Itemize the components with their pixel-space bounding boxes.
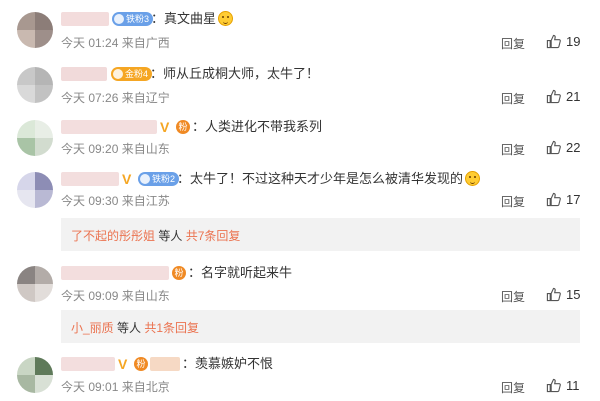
- like-count: 19: [566, 34, 581, 49]
- comment-time: 今天 09:30: [61, 194, 119, 208]
- comment-location: 来自山东: [121, 142, 170, 156]
- comment-text: ：羡慕嫉妒不恨: [182, 356, 273, 372]
- comment-item: V 粉 ：羡慕嫉妒不恨 今天 09:01 来自北京 回复 11: [0, 354, 600, 401]
- comment-time: 今天 09:09: [61, 289, 119, 303]
- sub-reply-username[interactable]: 了不起的彤彤姐: [71, 229, 155, 243]
- username-blurred[interactable]: [61, 266, 169, 280]
- sub-reply-connector: 等人: [155, 229, 186, 243]
- fan-badge-icon: [113, 69, 123, 79]
- fan-club-icon: 粉: [176, 120, 190, 134]
- comment-text-content: ：名字就听起来牛: [188, 265, 293, 280]
- comment-time: 今天 09:20: [61, 142, 119, 156]
- sub-replies-box[interactable]: 小_丽质 等人 共1条回复: [61, 310, 580, 343]
- sub-reply-connector: 等人: [113, 321, 145, 335]
- fan-badge: 金粉4: [111, 67, 153, 81]
- laughing-emoji-icon: [465, 171, 481, 186]
- comment-text: ：师从丘成桐大师，太牛了！: [150, 66, 319, 82]
- like-count: 17: [566, 192, 581, 207]
- username-blurred[interactable]: [61, 172, 119, 186]
- sub-replies-box[interactable]: 了不起的彤彤姐 等人 共7条回复: [61, 218, 580, 251]
- comment-item: 粉 ：名字就听起来牛 今天 09:09 来自山东 回复 15 小_丽质 等人 共…: [0, 262, 600, 354]
- reply-button[interactable]: 回复: [501, 288, 525, 305]
- verified-v-icon: V: [118, 356, 128, 372]
- like-count: 11: [566, 378, 580, 393]
- comment-location: 来自山东: [121, 289, 170, 303]
- like-count: 15: [566, 287, 581, 302]
- comment-meta: 今天 07:26 来自辽宁: [61, 89, 170, 106]
- comment-text-content: ：羡慕嫉妒不恨: [182, 356, 274, 371]
- fan-club-icon: 粉: [172, 266, 186, 280]
- avatar[interactable]: [17, 266, 53, 302]
- fan-badge-label: 铁粉3: [126, 14, 150, 24]
- reply-button[interactable]: 回复: [501, 141, 525, 158]
- avatar[interactable]: [17, 357, 53, 393]
- username-blurred[interactable]: [61, 120, 157, 134]
- comment-meta: 今天 09:20 来自山东: [61, 140, 170, 157]
- thumbs-up-icon: [546, 287, 561, 302]
- sub-reply-total-link[interactable]: 共7条回复: [186, 229, 241, 243]
- comment-text-content: ：真文曲星: [151, 11, 217, 26]
- fan-badge-icon: [114, 14, 124, 24]
- comment-text: ：真文曲星: [151, 11, 234, 27]
- like-count: 22: [566, 140, 581, 155]
- thumbs-up-icon: [546, 192, 561, 207]
- avatar[interactable]: [17, 172, 53, 208]
- comment-location: 来自江苏: [121, 194, 170, 208]
- comment-location: 来自北京: [121, 380, 170, 394]
- fan-badge-icon: [140, 174, 150, 184]
- comment-text-content: ：师从丘成桐大师，太牛了！: [150, 66, 320, 81]
- comment-meta: 今天 09:30 来自江苏: [61, 192, 170, 209]
- comment-text: ：名字就听起来牛: [188, 265, 292, 281]
- comment-location: 来自广西: [121, 36, 170, 50]
- verified-v-icon: V: [160, 119, 170, 135]
- comment-text-content: ：人类进化不带我系列: [192, 119, 323, 134]
- fan-club-icon: 粉: [134, 357, 148, 371]
- reply-button[interactable]: 回复: [501, 379, 525, 396]
- comment-text: ：人类进化不带我系列: [192, 119, 322, 135]
- like-count: 21: [566, 89, 581, 104]
- username-blurred[interactable]: [61, 357, 115, 371]
- username-blurred[interactable]: [61, 12, 109, 26]
- comment-time: 今天 07:26: [61, 91, 119, 105]
- fan-badge: 铁粉2: [138, 172, 180, 186]
- fan-badge: 铁粉3: [112, 12, 154, 26]
- comment-meta: 今天 09:01 来自北京: [61, 378, 170, 395]
- thumbs-up-icon: [546, 378, 561, 393]
- avatar[interactable]: [17, 12, 53, 48]
- comment-item: 铁粉3 ：真文曲星 今天 01:24 来自广西 回复 19: [0, 0, 600, 55]
- reply-button[interactable]: 回复: [501, 35, 525, 52]
- laughing-emoji-icon: [218, 11, 234, 26]
- comment-item: V 粉 ：人类进化不带我系列 今天 09:20 来自山东 回复 22: [0, 110, 600, 164]
- comment-item: 金粉4 ：师从丘成桐大师，太牛了！ 今天 07:26 来自辽宁 回复 21: [0, 55, 600, 110]
- comment-item: V 铁粉2 ：太牛了！不过这种天才少年是怎么被清华发现的 今天 09:30 来自…: [0, 164, 600, 262]
- avatar[interactable]: [17, 120, 53, 156]
- comment-meta: 今天 09:09 来自山东: [61, 287, 170, 304]
- thumbs-up-icon: [546, 140, 561, 155]
- comment-time: 今天 01:24: [61, 36, 119, 50]
- reply-button[interactable]: 回复: [501, 193, 525, 210]
- thumbs-up-icon: [546, 89, 561, 104]
- comment-time: 今天 09:01: [61, 380, 119, 394]
- comment-location: 来自辽宁: [121, 91, 170, 105]
- sub-replies-summary: 了不起的彤彤姐 等人 共7条回复: [71, 227, 240, 244]
- fan-badge-blurred: [150, 357, 180, 371]
- reply-button[interactable]: 回复: [501, 90, 525, 107]
- thumbs-up-icon: [546, 34, 561, 49]
- verified-v-icon: V: [122, 171, 132, 187]
- username-blurred[interactable]: [61, 67, 107, 81]
- fan-badge-label: 铁粉2: [152, 174, 176, 184]
- sub-reply-total-link[interactable]: 共1条回复: [144, 321, 199, 335]
- comment-text: ：太牛了！不过这种天才少年是怎么被清华发现的: [177, 171, 481, 187]
- sub-replies-summary: 小_丽质 等人 共1条回复: [71, 319, 199, 336]
- comment-meta: 今天 01:24 来自广西: [61, 34, 170, 51]
- fan-badge-label: 金粉4: [125, 69, 149, 79]
- comment-text-content: ：太牛了！不过这种天才少年是怎么被清华发现的: [177, 171, 464, 186]
- avatar[interactable]: [17, 67, 53, 103]
- sub-reply-username[interactable]: 小_丽质: [71, 321, 114, 335]
